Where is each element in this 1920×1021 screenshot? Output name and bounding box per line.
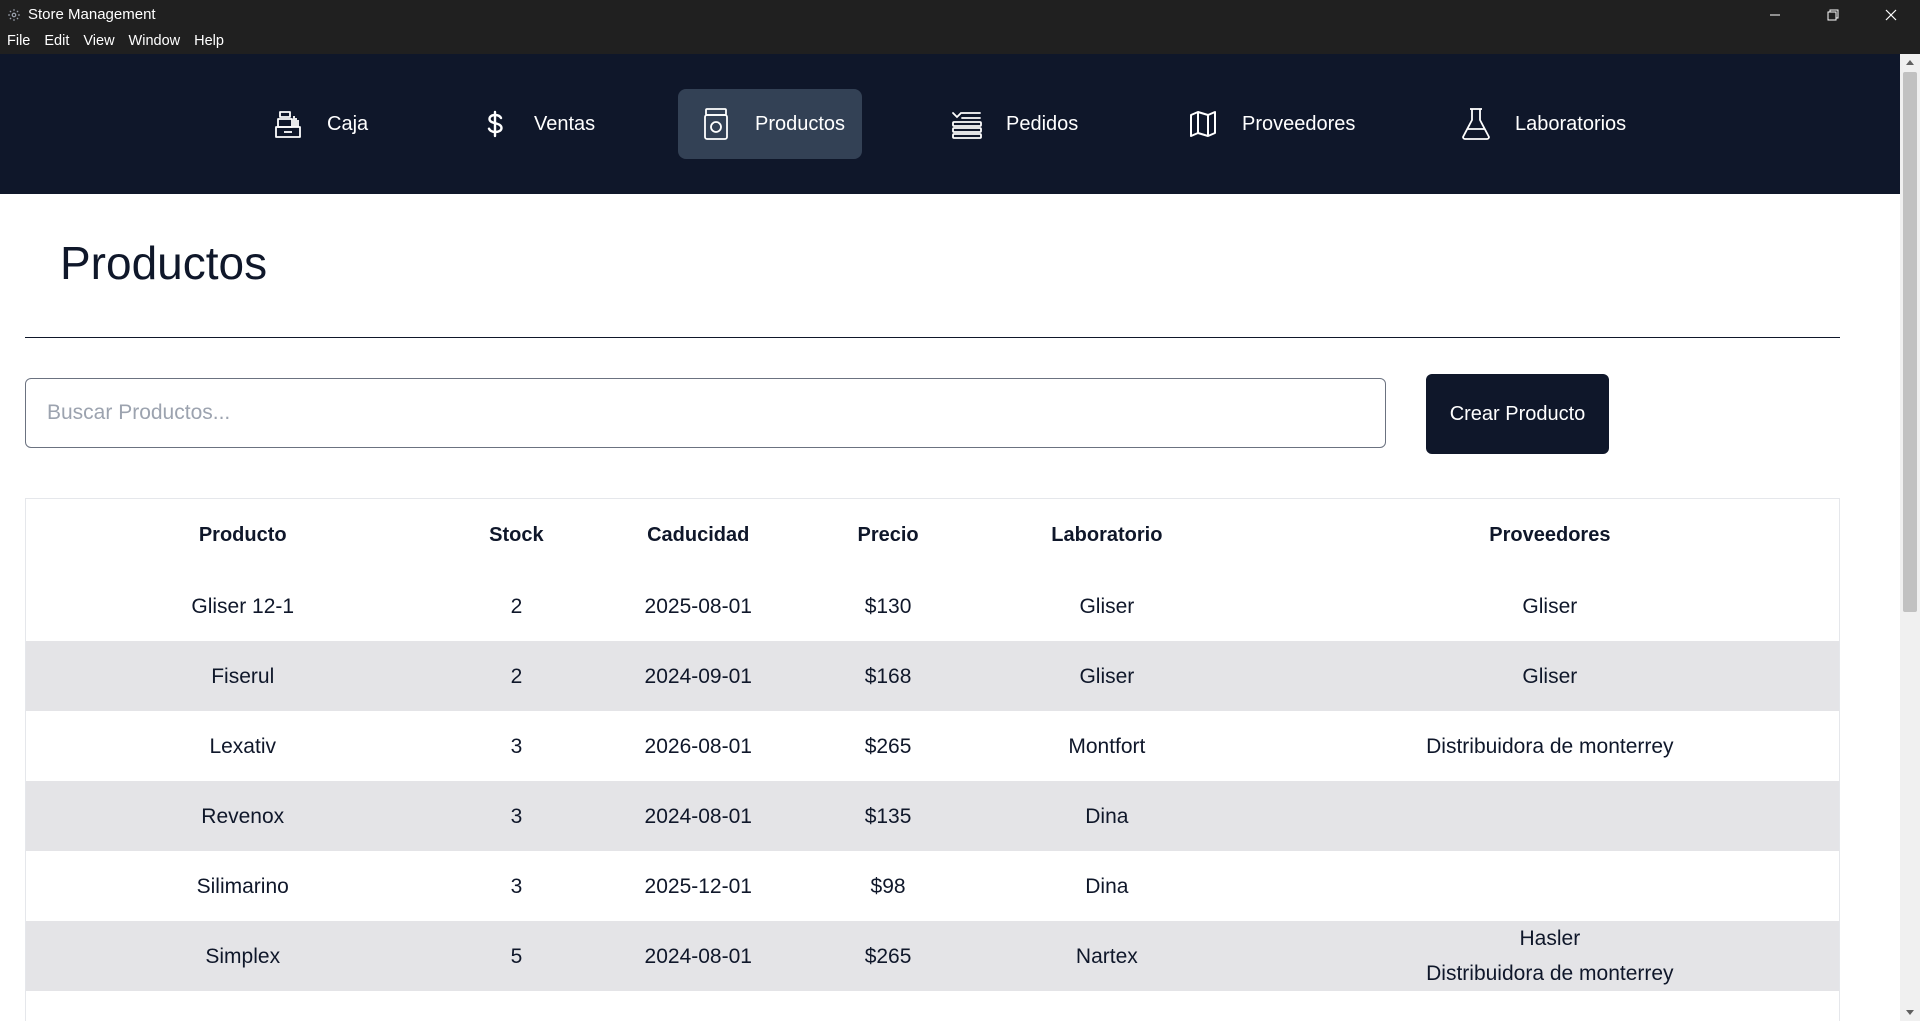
cell-laboratorio: Gliser xyxy=(1079,594,1135,618)
vertical-scrollbar[interactable] xyxy=(1900,54,1920,1021)
cell-proveedores xyxy=(1261,781,1839,851)
cell-laboratorio: Gliser xyxy=(1079,664,1135,688)
nav-label-ventas: Ventas xyxy=(534,112,596,135)
menu-edit[interactable]: Edit xyxy=(37,29,76,54)
title-bar: Store Management xyxy=(0,0,1920,29)
cell-caducidad: 2024-09-01 xyxy=(644,664,752,688)
proveedor-name: Gliser xyxy=(1522,594,1578,618)
cell-caducidad: 2025-08-01 xyxy=(644,594,752,618)
nav-item-ventas[interactable]: Ventas xyxy=(472,89,612,159)
menu-file[interactable]: File xyxy=(0,29,37,54)
search-input[interactable] xyxy=(25,378,1386,448)
cell-stock: 2 xyxy=(510,594,523,618)
cell-proveedores: Gliser xyxy=(1261,641,1839,711)
table-header-row: Producto Stock Caducidad Precio Laborato… xyxy=(26,499,1839,571)
cell-stock: 3 xyxy=(510,734,523,758)
cell-producto: Gliser 12-1 xyxy=(191,594,295,618)
cell-precio: $130 xyxy=(864,594,912,618)
cell-producto: Silimarino xyxy=(196,874,289,898)
scroll-down-arrow-icon[interactable] xyxy=(1900,1005,1920,1021)
cell-stock: 3 xyxy=(510,874,523,898)
header-caducidad[interactable]: Caducidad xyxy=(573,499,823,571)
cell-caducidad: 2024-08-01 xyxy=(644,804,752,828)
nav-label-pedidos: Pedidos xyxy=(1006,112,1079,135)
proveedor-name: Hasler xyxy=(1519,927,1581,950)
menu-window[interactable]: Window xyxy=(122,29,188,54)
nav-item-caja[interactable]: Caja xyxy=(268,89,388,159)
cell-proveedores xyxy=(1261,851,1839,921)
cell-producto: Lexativ xyxy=(209,734,276,758)
cell-precio: $265 xyxy=(864,944,912,968)
cell-proveedores: Gliser xyxy=(1261,571,1839,641)
table-row[interactable]: Simplex 5 2024-08-01 $265 Nartex Hasler … xyxy=(26,921,1839,991)
header-producto[interactable]: Producto xyxy=(26,499,459,571)
nav-item-productos[interactable]: Productos xyxy=(678,89,862,159)
map-icon xyxy=(1186,107,1220,141)
table-row[interactable]: Silimarino 3 2025-12-01 $98 Dina xyxy=(26,851,1839,921)
stacked-list-icon xyxy=(950,107,984,141)
scroll-thumb[interactable] xyxy=(1903,72,1917,612)
pill-bottle-icon xyxy=(699,107,733,141)
cell-precio: $265 xyxy=(864,734,912,758)
nav-label-caja: Caja xyxy=(327,112,369,135)
window-title: Store Management xyxy=(28,6,156,23)
proveedor-name: Distribuidora de monterrey xyxy=(1426,734,1674,758)
cell-precio: $135 xyxy=(864,804,912,828)
cell-proveedores: Distribuidora de monterrey xyxy=(1261,711,1839,781)
proveedor-name: Gliser xyxy=(1522,664,1578,688)
page-title: Productos xyxy=(60,237,268,289)
products-table: Producto Stock Caducidad Precio Laborato… xyxy=(25,498,1840,1021)
cell-caducidad: 2026-08-01 xyxy=(644,734,752,758)
cell-caducidad: 2024-08-01 xyxy=(644,944,752,968)
header-stock[interactable]: Stock xyxy=(459,499,573,571)
table-row[interactable]: Revenox 3 2024-08-01 $135 Dina xyxy=(26,781,1839,851)
nav-item-laboratorios[interactable]: Laboratorios xyxy=(1459,89,1639,159)
menu-help[interactable]: Help xyxy=(187,29,231,54)
main-nav: Caja Ventas Productos Pedidos Proveedore… xyxy=(0,54,1900,194)
cell-producto: Simplex xyxy=(205,944,281,968)
nav-label-proveedores: Proveedores xyxy=(1242,112,1356,135)
cell-proveedores: Hasler Distribuidora de monterrey xyxy=(1261,921,1839,991)
cell-caducidad: 2025-12-01 xyxy=(644,874,752,898)
header-proveedores[interactable]: Proveedores xyxy=(1261,499,1839,571)
window-controls xyxy=(1746,0,1920,29)
restore-icon xyxy=(1827,9,1839,20)
scroll-up-arrow-icon[interactable] xyxy=(1900,54,1920,70)
cash-register-icon xyxy=(271,107,305,141)
restore-button[interactable] xyxy=(1804,0,1862,29)
header-laboratorio[interactable]: Laboratorio xyxy=(953,499,1261,571)
nav-label-laboratorios: Laboratorios xyxy=(1515,112,1627,135)
divider xyxy=(25,337,1840,338)
table-row[interactable]: Fiserul 2 2024-09-01 $168 Gliser Gliser xyxy=(26,641,1839,711)
proveedor-name: Distribuidora de monterrey xyxy=(1426,962,1674,985)
nav-item-proveedores[interactable]: Proveedores xyxy=(1186,89,1366,159)
cell-laboratorio: Dina xyxy=(1085,804,1129,828)
cell-laboratorio: Nartex xyxy=(1075,944,1138,968)
cell-producto: Fiserul xyxy=(211,664,275,688)
cell-producto: Revenox xyxy=(201,804,285,828)
table-row[interactable]: Lexativ 3 2026-08-01 $265 Montfort Distr… xyxy=(26,711,1839,781)
close-button[interactable] xyxy=(1862,0,1920,29)
table-row[interactable]: Gliser 12-1 2 2025-08-01 $130 Gliser Gli… xyxy=(26,571,1839,641)
nav-label-productos: Productos xyxy=(755,112,846,135)
cell-stock: 5 xyxy=(510,944,523,968)
create-product-button[interactable]: Crear Producto xyxy=(1426,374,1609,454)
nav-item-pedidos[interactable]: Pedidos xyxy=(950,89,1090,159)
minimize-button[interactable] xyxy=(1746,0,1804,29)
cell-precio: $98 xyxy=(870,874,906,898)
cell-stock: 3 xyxy=(510,804,523,828)
minimize-icon xyxy=(1770,14,1780,15)
cell-laboratorio: Dina xyxy=(1085,874,1129,898)
header-precio[interactable]: Precio xyxy=(823,499,953,571)
app-gear-icon xyxy=(6,7,22,23)
cell-laboratorio: Montfort xyxy=(1068,734,1146,758)
cell-precio: $168 xyxy=(864,664,912,688)
dollar-icon xyxy=(478,107,512,141)
menu-view[interactable]: View xyxy=(76,29,121,54)
cell-stock: 2 xyxy=(510,664,523,688)
menu-bar: File Edit View Window Help xyxy=(0,29,1920,54)
close-icon xyxy=(1885,9,1897,20)
flask-icon xyxy=(1459,107,1493,141)
